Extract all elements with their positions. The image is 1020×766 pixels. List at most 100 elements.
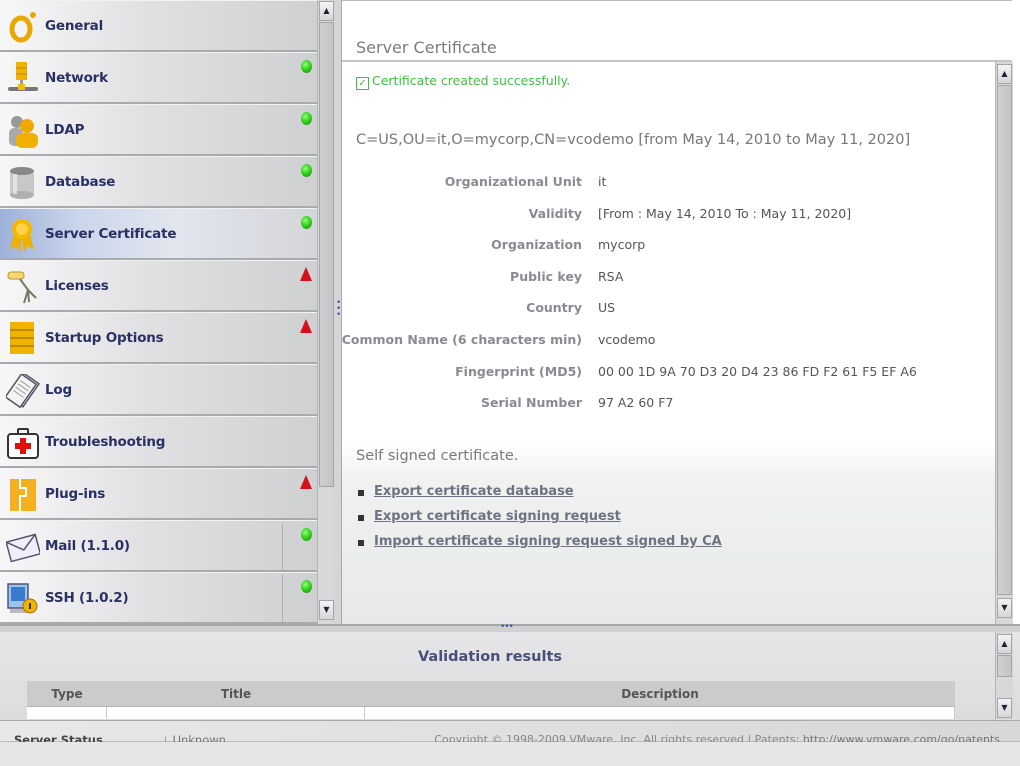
- scroll-up-button[interactable]: ▲: [997, 634, 1012, 654]
- sidebar-item-database[interactable]: Database: [0, 156, 318, 208]
- self-signed-note: Self signed certificate.: [356, 448, 519, 464]
- sidebar-item-label: Server Certificate: [45, 226, 177, 242]
- log-papers-icon: [6, 374, 40, 408]
- action-item: Export certificate database: [358, 484, 722, 509]
- property-row: Country US: [342, 300, 995, 332]
- column-header-description[interactable]: Description: [365, 681, 955, 706]
- validation-scrollbar[interactable]: ▲ ▼: [995, 632, 1013, 720]
- status-ok-icon: [301, 112, 312, 125]
- sidebar-item-label: Network: [45, 70, 108, 86]
- sidebar: General Network LDAP Database Server Cer…: [0, 0, 334, 624]
- startup-cabinet-icon: [10, 322, 34, 354]
- sidebar-item-startup-options[interactable]: Startup Options: [0, 312, 318, 364]
- bullet-icon: [358, 490, 364, 496]
- status-warning-icon: [300, 267, 312, 281]
- property-label: Public key: [510, 268, 582, 284]
- property-row: Organization mycorp: [342, 237, 995, 269]
- keys-icon: [7, 271, 37, 304]
- horizontal-splitter[interactable]: •••: [0, 622, 1020, 632]
- distinguished-name: C=US,OU=it,O=mycorp,CN=vcodemo [from May…: [356, 132, 911, 148]
- property-value: mycorp: [598, 237, 646, 253]
- scroll-up-button[interactable]: ▲: [997, 64, 1012, 84]
- property-label: Organizational Unit: [444, 174, 582, 189]
- property-value: it: [598, 174, 607, 189]
- certificate-content: ✓ Certificate created successfully. C=US,…: [342, 62, 995, 624]
- validation-table-row: [27, 707, 955, 719]
- import-signed-csr-link[interactable]: Import certificate signing request signe…: [374, 534, 722, 549]
- property-row: Validity [From : May 14, 2010 To : May 11…: [342, 206, 995, 238]
- plugin-connector-icon: [282, 575, 304, 623]
- sidebar-item-licenses[interactable]: Licenses: [0, 260, 318, 312]
- sidebar-item-server-certificate[interactable]: Server Certificate: [0, 208, 318, 260]
- cell-description: [365, 707, 955, 719]
- scroll-thumb[interactable]: [997, 85, 1012, 595]
- cell-type: [27, 707, 107, 719]
- validation-title: Validation results: [417, 649, 563, 665]
- sidebar-item-log[interactable]: Log: [0, 364, 318, 416]
- page-title: Server Certificate: [356, 38, 497, 57]
- action-item: Export certificate signing request: [358, 509, 722, 534]
- checkmark-icon: ✓: [356, 77, 369, 90]
- property-label: Validity: [528, 205, 582, 221]
- property-value: 97 A2 60 F7: [598, 395, 674, 411]
- property-row: Organizational Unit it: [342, 174, 995, 206]
- cell-title: [107, 707, 365, 719]
- success-message-text: Certificate created successfully.: [372, 73, 571, 88]
- general-ring-icon: [9, 12, 36, 43]
- main-panel: Server Certificate ✓ Certificate created …: [342, 0, 1020, 624]
- ssh-computer-lock-icon: [7, 583, 38, 614]
- bottom-strip: [0, 742, 1020, 766]
- property-label: Country: [526, 300, 582, 316]
- status-warning-icon: [300, 475, 312, 489]
- splitter-grip-icon: •••: [500, 622, 514, 632]
- sidebar-item-label: LDAP: [45, 122, 85, 138]
- sidebar-item-label: Licenses: [45, 278, 109, 294]
- sidebar-item-general[interactable]: General: [0, 0, 318, 52]
- status-ok-icon: [301, 164, 312, 177]
- status-ok-icon: [301, 60, 312, 73]
- scroll-down-button[interactable]: ▼: [319, 600, 334, 620]
- vertical-splitter[interactable]: • • •: [334, 0, 342, 624]
- sidebar-item-label: Database: [45, 174, 116, 190]
- database-cylinder-icon: [10, 167, 34, 199]
- scroll-down-button[interactable]: ▼: [997, 598, 1012, 618]
- plugin-connector-icon: [282, 523, 304, 571]
- validation-table: Type Title Description: [27, 681, 955, 719]
- property-row: Common Name (6 characters min) vcodemo: [342, 332, 995, 364]
- property-value: US: [598, 300, 616, 316]
- sidebar-item-label: SSH (1.0.2): [45, 590, 129, 606]
- scroll-down-button[interactable]: ▼: [997, 698, 1012, 718]
- sidebar-item-plug-ins[interactable]: Plug-ins: [0, 468, 318, 520]
- certificate-properties: Organizational Unit it Validity [From : Ma…: [342, 174, 995, 427]
- property-value: [From : May 14, 2010 To : May 11, 2020]: [598, 205, 852, 221]
- property-row: Fingerprint (MD5) 00 00 1D 9A 70 D3 20 D4…: [342, 364, 995, 396]
- sidebar-item-label: Mail (1.1.0): [45, 538, 130, 554]
- sidebar-item-label: Startup Options: [45, 330, 164, 346]
- sidebar-item-ldap[interactable]: LDAP: [0, 104, 318, 156]
- sidebar-item-troubleshooting[interactable]: Troubleshooting: [0, 416, 318, 468]
- sidebar-item-mail[interactable]: Mail (1.1.0): [0, 520, 318, 572]
- status-warning-icon: [300, 319, 312, 333]
- scroll-thumb[interactable]: [997, 655, 1012, 677]
- bullet-icon: [358, 540, 364, 546]
- scroll-up-button[interactable]: ▲: [319, 1, 334, 21]
- sidebar-scrollbar[interactable]: ▲ ▼: [317, 0, 334, 624]
- column-header-title[interactable]: Title: [107, 681, 365, 706]
- export-certificate-database-link[interactable]: Export certificate database: [374, 484, 574, 499]
- content-scrollbar[interactable]: ▲ ▼: [995, 62, 1013, 624]
- export-csr-link[interactable]: Export certificate signing request: [374, 509, 621, 524]
- sidebar-item-network[interactable]: Network: [0, 52, 318, 104]
- certificate-actions: Export certificate database Export certi…: [358, 484, 722, 559]
- plugin-icon: [10, 479, 36, 511]
- column-header-type[interactable]: Type: [27, 681, 107, 706]
- property-row: Public key RSA: [342, 269, 995, 301]
- splitter-grip-icon: •••: [336, 298, 342, 320]
- property-value: vcodemo: [598, 331, 656, 347]
- scroll-thumb[interactable]: [319, 22, 334, 487]
- property-label: Serial Number: [481, 395, 582, 411]
- sidebar-nav-list: General Network LDAP Database Server Cer…: [0, 0, 318, 624]
- validation-table-header: Type Title Description: [27, 681, 955, 707]
- mail-envelope-icon: [6, 533, 40, 563]
- network-server-icon: [8, 62, 38, 91]
- sidebar-item-ssh[interactable]: SSH (1.0.2): [0, 572, 318, 624]
